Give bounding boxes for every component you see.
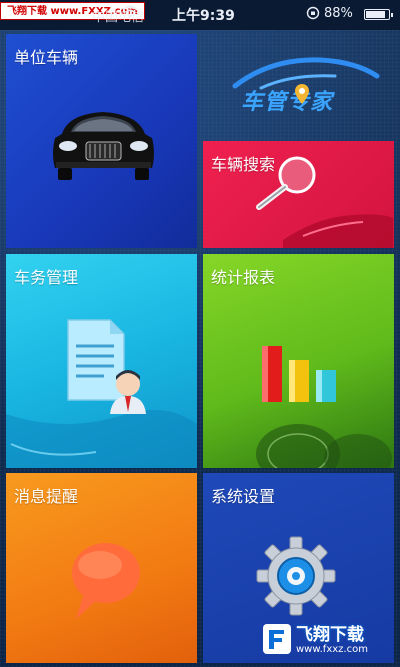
document-person-icon [67, 319, 146, 414]
gear-icon [256, 536, 336, 616]
tile-affairs-management[interactable]: 车务管理 [6, 254, 197, 468]
tile-vehicles[interactable]: 单位车辆 [6, 34, 197, 248]
wifi-icon [122, 5, 138, 23]
battery-percent: 88% [324, 6, 353, 21]
tile-settings-label: 系统设置 [211, 487, 276, 506]
tile-stats-label: 统计报表 [211, 268, 276, 287]
watermark-url: www.fxxz.com [296, 644, 368, 655]
battery-fill [366, 11, 386, 18]
tile-affairs-label: 车务管理 [14, 268, 79, 287]
watermark-logo-icon [263, 624, 291, 654]
tile-message-reminder[interactable]: 消息提醒 [6, 473, 197, 663]
magnifier-icon [256, 156, 316, 210]
tile-vehicles-label: 单位车辆 [14, 48, 79, 67]
bottom-watermark: 飞翔下载 www.fxxz.com [262, 618, 394, 663]
battery-icon [364, 9, 393, 20]
status-bar: 飞翔下载 www.FXXZ.com 中国电信 上午9:39 88% [0, 0, 400, 30]
watermark-brand: 飞翔下载 [296, 625, 364, 645]
speech-bubble-icon [72, 543, 140, 619]
logo-text: 车管专家 [241, 90, 334, 115]
tile-messages-label: 消息提醒 [14, 487, 79, 506]
rotation-lock-icon [306, 6, 320, 24]
tile-vehicle-search[interactable]: 车辆搜索 [203, 141, 394, 248]
dashboard-gauge-decor [256, 424, 392, 468]
clock: 上午9:39 [172, 8, 235, 24]
tile-statistics-report[interactable]: 统计报表 [203, 254, 394, 468]
car-icon [53, 112, 154, 180]
location-pin-icon [295, 84, 309, 104]
app-logo: 车管专家 [203, 34, 394, 138]
bar-chart-icon [262, 346, 336, 402]
